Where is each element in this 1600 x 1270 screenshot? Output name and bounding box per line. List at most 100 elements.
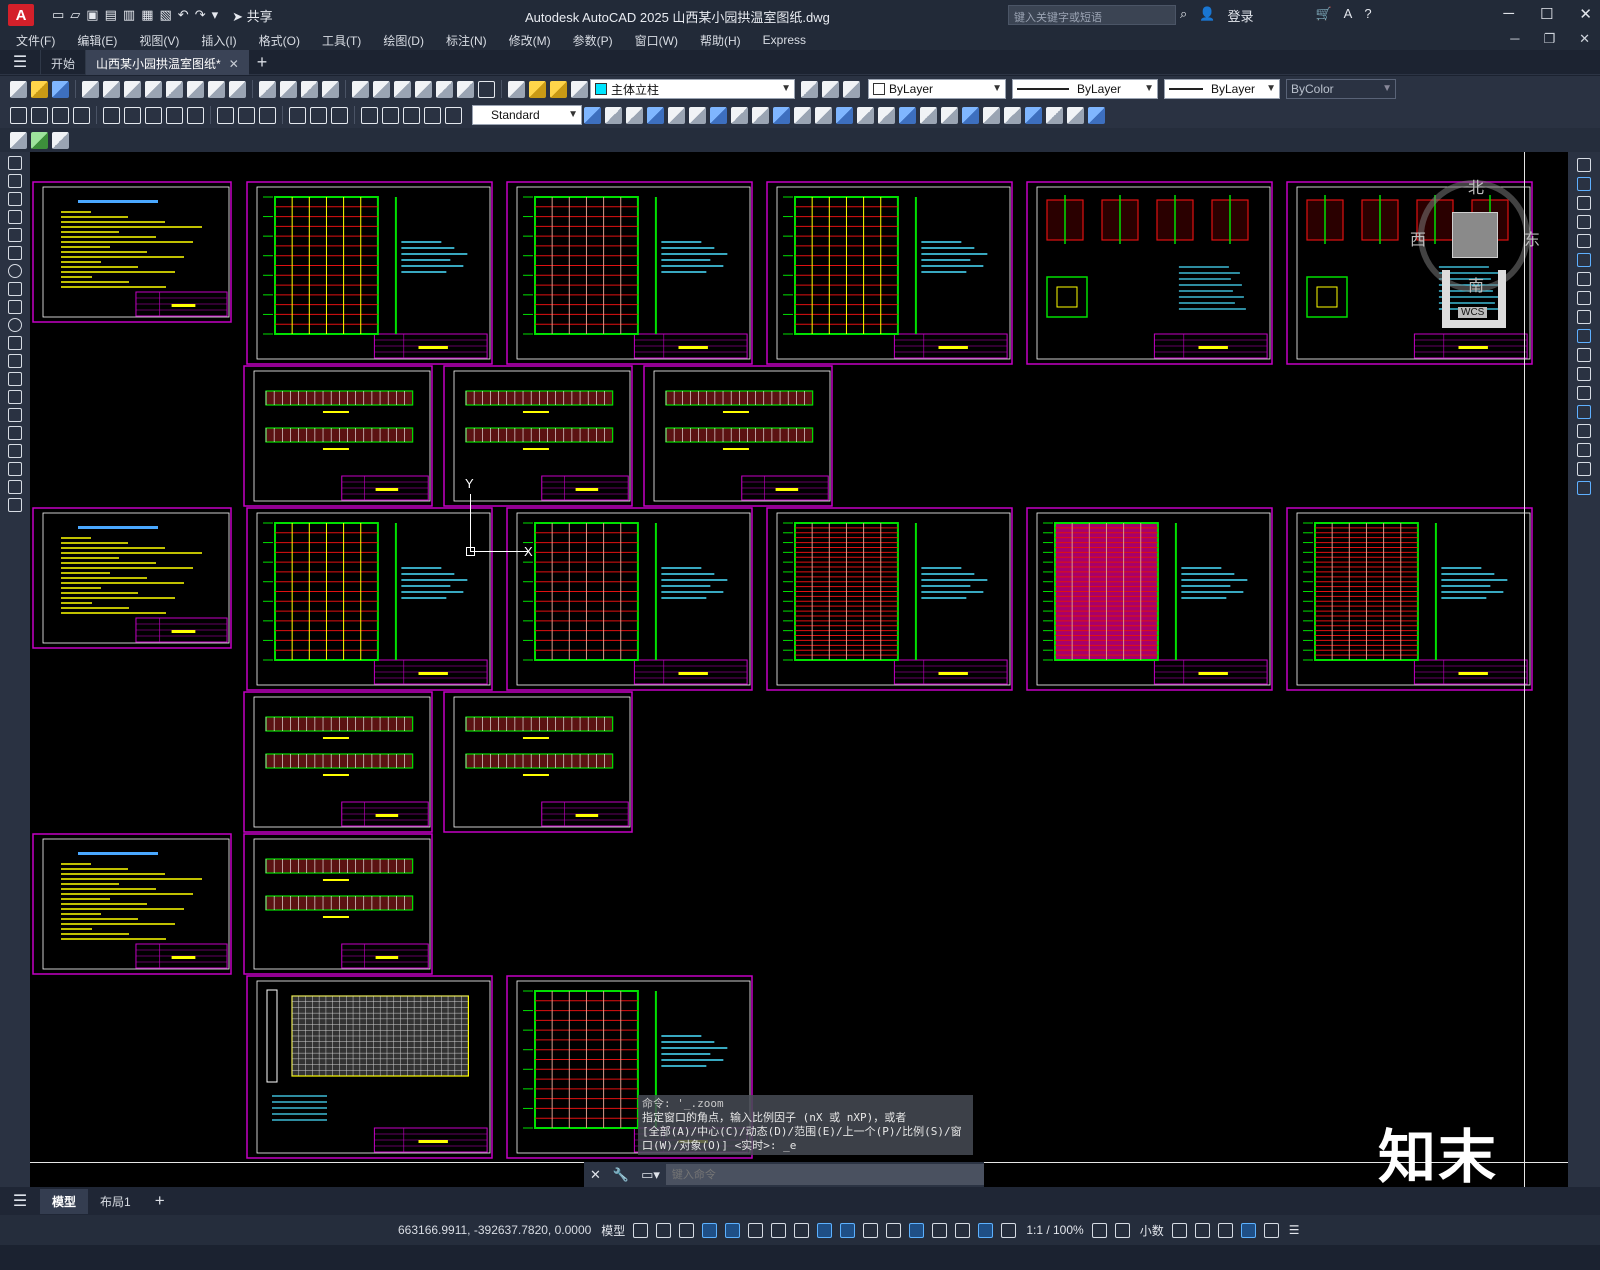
break-at-point-icon[interactable] [1577,367,1591,381]
compass-north[interactable]: 北 [1468,174,1484,198]
viewcube-face[interactable] [1452,212,1498,258]
hardware-acceleration-icon[interactable] [1240,1222,1256,1238]
layer-on-icon[interactable] [529,80,546,98]
dim-update-icon[interactable] [445,106,462,124]
camera-icon[interactable] [1088,106,1105,124]
layer-freeze-icon[interactable] [550,80,567,98]
linear-dim-icon[interactable] [10,106,27,124]
dim-text-edit-icon[interactable] [424,106,441,124]
circle-icon[interactable] [8,264,22,278]
tab-active-drawing[interactable]: 山西某小园拱温室图纸* ✕ [85,49,249,75]
design-center-icon[interactable] [373,80,390,98]
view-back-icon[interactable] [983,106,1000,124]
insert-block-icon[interactable] [8,354,22,368]
make-current-layer-icon[interactable] [801,80,818,98]
gizmo-icon[interactable] [955,1222,971,1238]
save-icon[interactable]: ▣ [86,7,98,23]
jogged-dim-icon[interactable] [124,106,141,124]
plot-toolbar-icon[interactable] [82,80,99,98]
ucs-view-icon[interactable] [710,106,727,124]
ordinate-dim-icon[interactable] [73,106,90,124]
3d-print-icon[interactable] [145,80,162,98]
coordinate-readout[interactable]: 663166.9911, -392637.7820, 0.0000 [398,1223,591,1237]
diameter-dim-icon[interactable] [145,106,162,124]
cart-icon[interactable]: 🛒 [1315,6,1331,25]
units-display[interactable]: 小数 [1140,1222,1164,1239]
tab-layout1[interactable]: 布局1 [88,1189,143,1214]
view-sw-icon[interactable] [1004,106,1021,124]
render-icon[interactable] [10,131,27,149]
menu-item[interactable]: 插入(I) [201,32,236,49]
dim-space-icon[interactable] [259,106,276,124]
aligned-dim-icon[interactable] [31,106,48,124]
rectangle-icon[interactable] [8,228,22,242]
add-layout-icon[interactable]: + [143,1187,177,1215]
menu-item[interactable]: Express [763,33,806,47]
erase-icon[interactable] [1577,158,1591,172]
view-left-icon[interactable] [920,106,937,124]
menu-item[interactable]: 格式(O) [259,32,300,49]
publish-icon[interactable]: ▦ [141,7,153,23]
share-button[interactable]: ➤ 共享 [232,6,273,25]
3d-osnap-icon[interactable] [886,1222,902,1238]
help-toolbar-icon[interactable] [478,80,495,98]
minimize-icon[interactable]: ─ [1503,5,1514,23]
blend-curves-icon[interactable] [1577,462,1591,476]
layout-menu-icon[interactable]: ☰ [0,1191,40,1211]
drawing-minimize-icon[interactable]: ─ [1510,31,1519,47]
dim-style-manager-icon[interactable] [584,106,601,124]
polygon-icon[interactable] [8,210,22,224]
extend-icon[interactable] [1577,348,1591,362]
help-icon[interactable]: ? [1364,6,1371,25]
publish-toolbar-icon[interactable] [124,80,141,98]
ucs-x-icon[interactable] [794,106,811,124]
gradient-icon[interactable] [8,426,22,440]
close-tab-icon[interactable]: ✕ [229,57,239,71]
trim-icon[interactable] [1577,329,1591,343]
revision-cloud-icon[interactable] [8,282,22,296]
menu-item[interactable]: 标注(N) [446,32,487,49]
snap-icon[interactable] [656,1222,672,1238]
join-icon[interactable] [1577,405,1591,419]
pan-icon[interactable] [301,80,318,98]
region-icon[interactable] [8,444,22,458]
file-tabs-menu-icon[interactable]: ☰ [0,52,40,72]
close-icon[interactable]: ✕ [1579,5,1592,23]
angular-dim-icon[interactable] [166,106,183,124]
layer-state-icon[interactable] [843,80,860,98]
layer-dropdown[interactable]: 主体立柱 ▼ [590,79,795,99]
view-ne-icon[interactable] [1046,106,1063,124]
arc-icon[interactable] [8,246,22,260]
help-search-input[interactable]: 键入关键字或短语 [1008,5,1176,25]
arc-length-dim-icon[interactable] [52,106,69,124]
menu-item[interactable]: 视图(V) [139,32,179,49]
compass-east[interactable]: 东 [1524,226,1540,250]
ucs-world-icon[interactable] [626,106,643,124]
multiline-text-icon[interactable] [8,480,22,494]
ucs-previous-icon[interactable] [647,106,664,124]
zoom-icon[interactable] [322,80,339,98]
view-nw-icon[interactable] [1067,106,1084,124]
tab-start[interactable]: 开始 [40,49,85,75]
break-icon[interactable] [1577,386,1591,400]
quick-properties-icon[interactable] [1171,1222,1187,1238]
polar-icon[interactable] [725,1222,741,1238]
customize-qa-icon[interactable]: ▾ [212,7,219,23]
tool-palettes-icon[interactable] [394,80,411,98]
dim-style-dropdown[interactable]: Standard ▼ [472,105,582,125]
command-input[interactable] [665,1164,984,1185]
selection-filter-icon[interactable] [932,1222,948,1238]
login-button[interactable]: 登录 [1227,6,1253,25]
move-icon[interactable] [1577,253,1591,267]
layer-lock-icon[interactable] [571,80,588,98]
redo-toolbar-icon[interactable] [280,80,297,98]
polyline-icon[interactable] [8,192,22,206]
grid-icon[interactable] [633,1222,649,1238]
undo-icon[interactable]: ↶ [178,7,189,23]
chamfer-icon[interactable] [1577,424,1591,438]
open-icon[interactable] [31,80,48,98]
menu-item[interactable]: 参数(P) [573,32,613,49]
model-space-toggle[interactable]: 模型 [601,1222,625,1239]
wcs-label[interactable]: WCS [1458,307,1488,318]
object-tracking-icon[interactable] [771,1222,787,1238]
